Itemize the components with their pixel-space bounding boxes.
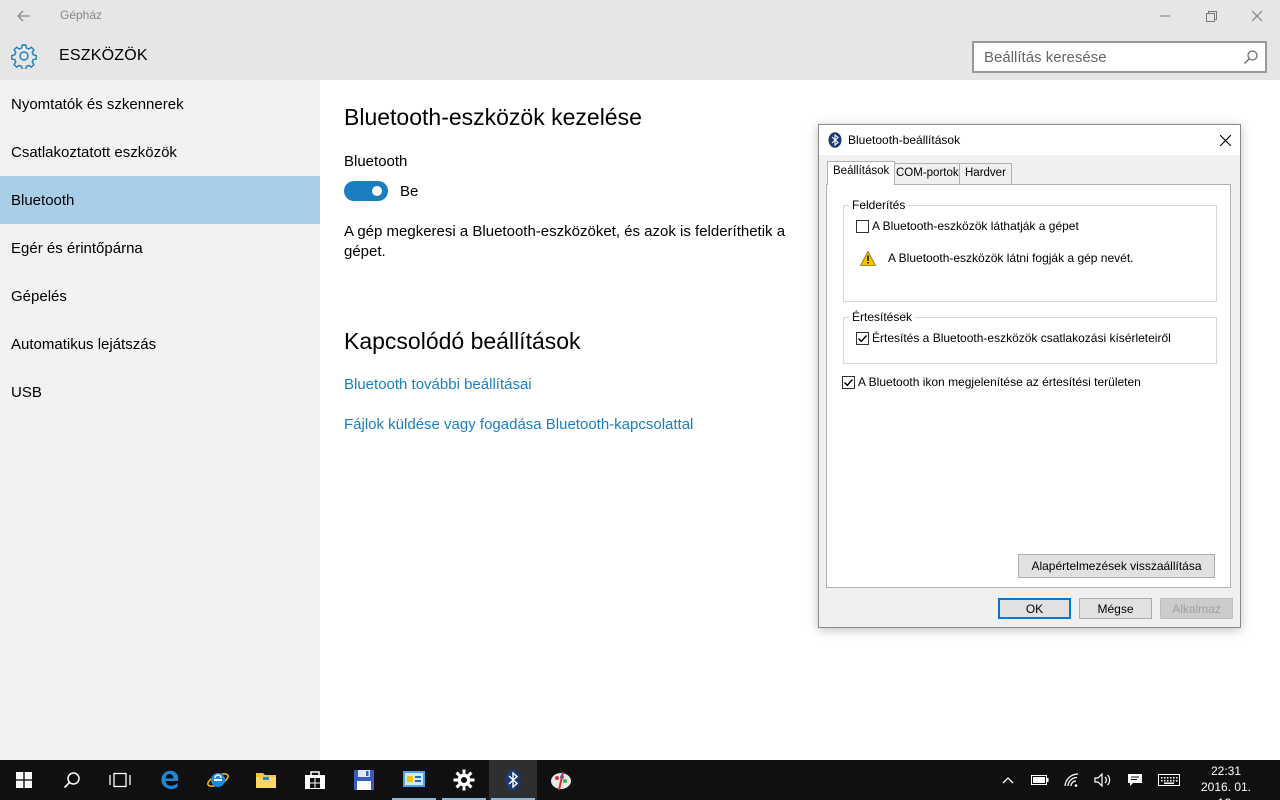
bluetooth-settings-dialog: Bluetooth-beállítások Beállítások COM-po… bbox=[818, 124, 1241, 628]
bluetooth-toggle[interactable] bbox=[344, 181, 388, 201]
sidebar-item-label: Csatlakoztatott eszközök bbox=[11, 143, 177, 161]
volume-icon[interactable] bbox=[1088, 760, 1118, 800]
sidebar-item-connected-devices[interactable]: Csatlakoztatott eszközök bbox=[0, 128, 320, 176]
sidebar-item-label: Gépelés bbox=[11, 287, 67, 305]
tray-icon-checkbox[interactable] bbox=[842, 376, 855, 389]
sidebar-item-typing[interactable]: Gépelés bbox=[0, 272, 320, 320]
dialog-title-bar: Bluetooth-beállítások bbox=[819, 125, 1240, 155]
toggle-state-label: Be bbox=[400, 183, 419, 200]
wifi-icon[interactable] bbox=[1057, 760, 1087, 800]
task-view-icon[interactable] bbox=[96, 760, 144, 800]
tab-settings[interactable]: Beállítások bbox=[827, 161, 896, 185]
gear-icon bbox=[11, 43, 37, 71]
restore-button[interactable] bbox=[1188, 0, 1234, 32]
discovery-checkbox[interactable] bbox=[856, 220, 869, 233]
sidebar-item-label: Nyomtatók és szkennerek bbox=[11, 95, 184, 113]
floppy-disk-icon[interactable] bbox=[340, 760, 388, 800]
clock-date: 2016. 01. 12. bbox=[1200, 780, 1252, 800]
file-explorer-icon[interactable] bbox=[242, 760, 290, 800]
control-panel-icon[interactable] bbox=[390, 760, 438, 800]
sidebar-item-label: USB bbox=[11, 383, 42, 401]
tab-hardware[interactable]: Hardver bbox=[959, 163, 1012, 184]
settings-gear-icon[interactable] bbox=[440, 760, 488, 800]
notifications-checkbox-label: Értesítés a Bluetooth-eszközök csatlakoz… bbox=[872, 331, 1171, 345]
sidebar-item-autoplay[interactable]: Automatikus lejátszás bbox=[0, 320, 320, 368]
dialog-close-button[interactable] bbox=[1214, 129, 1236, 151]
sidebar: Nyomtatók és szkennerek Csatlakoztatott … bbox=[0, 80, 320, 760]
bluetooth-app-icon[interactable] bbox=[489, 760, 537, 800]
battery-icon[interactable] bbox=[1025, 760, 1055, 800]
related-settings-heading: Kapcsolódó beállítások bbox=[344, 328, 581, 354]
sidebar-item-label: Bluetooth bbox=[11, 191, 75, 209]
minimize-button[interactable] bbox=[1142, 0, 1188, 32]
back-arrow-icon[interactable] bbox=[12, 4, 36, 28]
chevron-up-icon[interactable] bbox=[993, 760, 1023, 800]
ok-button[interactable]: OK bbox=[998, 598, 1071, 619]
internet-explorer-icon[interactable] bbox=[194, 760, 242, 800]
warning-icon bbox=[859, 250, 877, 266]
more-bluetooth-settings-link[interactable]: Bluetooth további beállításai bbox=[344, 376, 532, 393]
settings-tab-panel: Felderítés A Bluetooth-eszközök láthatjá… bbox=[826, 184, 1231, 588]
start-windows-icon[interactable] bbox=[0, 760, 48, 800]
search-box[interactable] bbox=[972, 41, 1267, 73]
keyboard-icon[interactable] bbox=[1154, 760, 1184, 800]
page-title: Bluetooth-eszközök kezelése bbox=[344, 104, 642, 130]
sidebar-item-label: Automatikus lejátszás bbox=[11, 335, 157, 353]
search-icon[interactable] bbox=[48, 760, 96, 800]
toggle-knob bbox=[372, 186, 382, 196]
cancel-button[interactable]: Mégse bbox=[1079, 598, 1152, 619]
sidebar-item-mouse-touchpad[interactable]: Egér és érintőpárna bbox=[0, 224, 320, 272]
paint-app-icon[interactable] bbox=[537, 760, 585, 800]
discovery-group-title: Felderítés bbox=[849, 198, 909, 212]
sidebar-item-usb[interactable]: USB bbox=[0, 368, 320, 416]
close-button[interactable] bbox=[1234, 0, 1280, 32]
system-clock[interactable]: 22:31 2016. 01. 12. bbox=[1196, 763, 1256, 800]
title-bar: Gépház bbox=[0, 0, 1280, 32]
restore-defaults-button[interactable]: Alapértelmezések visszaállítása bbox=[1018, 554, 1215, 578]
app-title: Gépház bbox=[60, 8, 103, 22]
notifications-checkbox[interactable] bbox=[856, 332, 869, 345]
notifications-group-title: Értesítések bbox=[849, 310, 916, 324]
sidebar-item-printers[interactable]: Nyomtatók és szkennerek bbox=[0, 80, 320, 128]
tab-com-ports[interactable]: COM-portok bbox=[890, 163, 965, 184]
search-input[interactable] bbox=[974, 43, 1234, 71]
send-receive-files-link[interactable]: Fájlok küldése vagy fogadása Bluetooth-k… bbox=[344, 416, 693, 433]
warning-text: A Bluetooth-eszközök látni fogják a gép … bbox=[888, 251, 1134, 265]
search-icon[interactable] bbox=[1243, 49, 1259, 65]
settings-header: ESZKÖZÖK bbox=[0, 32, 1280, 80]
bluetooth-label: Bluetooth bbox=[344, 153, 408, 170]
clock-time: 22:31 bbox=[1210, 764, 1242, 778]
discovery-checkbox-label: A Bluetooth-eszközök láthatják a gépet bbox=[872, 219, 1079, 233]
section-title: ESZKÖZÖK bbox=[59, 47, 148, 64]
taskbar: 22:31 2016. 01. 12. bbox=[0, 760, 1280, 800]
apply-button[interactable]: Alkalmaz bbox=[1160, 598, 1233, 619]
bluetooth-icon bbox=[828, 132, 842, 148]
store-icon[interactable] bbox=[291, 760, 339, 800]
edge-browser-icon[interactable] bbox=[146, 760, 194, 800]
sidebar-item-bluetooth[interactable]: Bluetooth bbox=[0, 176, 320, 224]
action-center-icon[interactable] bbox=[1120, 760, 1150, 800]
dialog-title: Bluetooth-beállítások bbox=[848, 133, 961, 147]
bluetooth-description: A gép megkeresi a Bluetooth-eszközöket, … bbox=[344, 223, 786, 260]
tray-icon-checkbox-label: A Bluetooth ikon megjelenítése az értesí… bbox=[858, 375, 1141, 389]
sidebar-item-label: Egér és érintőpárna bbox=[11, 239, 143, 257]
